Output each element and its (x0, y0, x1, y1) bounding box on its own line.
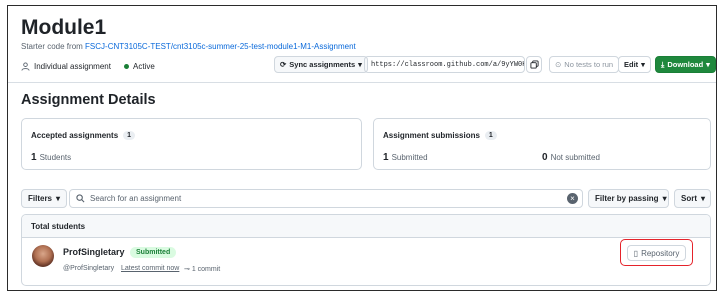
search-placeholder: Search for an assignment (90, 194, 182, 203)
starter-repo-link[interactable]: FSCJ-CNT3105C-TEST/cnt3105c-summer-25-te… (85, 42, 356, 51)
status-indicator: Active (124, 62, 155, 71)
latest-commit-link[interactable]: Latest commit now (121, 265, 179, 272)
repository-label: Repository (641, 248, 680, 258)
accepted-value: 1 (31, 152, 37, 163)
search-icon (76, 194, 85, 203)
copy-icon (529, 60, 539, 69)
accepted-title: Accepted assignments (31, 131, 119, 140)
sync-label: Sync assignments (289, 60, 356, 69)
submissions-title: Assignment submissions (383, 131, 480, 140)
search-input[interactable]: Search for an assignment × (69, 189, 583, 208)
assignment-type-label: Individual assignment (34, 62, 111, 71)
assignment-submissions-card: Assignment submissions 1 1 Submitted 0 Not… (373, 118, 711, 170)
table-header: Total students (22, 215, 710, 238)
download-icon: ⤓ (661, 59, 665, 69)
chevron-down-icon: ▾ (706, 60, 710, 69)
submissions-card-title: Assignment submissions 1 (383, 131, 497, 140)
not-submitted-label: Not submitted (550, 153, 600, 162)
active-dot-icon (124, 64, 129, 69)
accepted-count-badge: 1 (123, 131, 136, 140)
accepted-stat: 1 Students (31, 152, 71, 163)
sync-icon: ⟳ (280, 60, 287, 69)
repository-button[interactable]: ▯ Repository (627, 245, 686, 261)
student-name[interactable]: ProfSingletary (63, 247, 125, 257)
details-heading: Assignment Details (21, 92, 156, 108)
assignment-page: Module1 Starter code from FSCJ-CNT3105C-… (7, 5, 717, 291)
avatar[interactable] (32, 245, 54, 267)
repo-icon: ▯ (633, 248, 639, 258)
sort-label: Sort (681, 194, 697, 203)
passing-label: Filter by passing (595, 194, 659, 203)
not-submitted-value: 0 (542, 152, 548, 163)
no-tests-label: No tests to run (564, 60, 614, 69)
accepted-unit: Students (39, 153, 72, 162)
edit-label: Edit (624, 60, 639, 69)
chevron-down-icon: ▾ (56, 194, 61, 203)
copy-url-button[interactable] (526, 56, 542, 73)
commit-icon: ⊸ (184, 266, 190, 273)
invite-url-field[interactable]: https://classroom.github.com/a/9yYW0HVd (364, 56, 525, 73)
edit-button[interactable]: Edit ▾ (618, 56, 651, 73)
accepted-assignments-card: Accepted assignments 1 1 Students (21, 118, 362, 170)
student-handle: @ProfSingletary (63, 265, 115, 272)
students-table: Total students ProfSingletary Submitted … (21, 214, 711, 286)
header-divider (8, 82, 716, 83)
commit-count: ⊸ 1 commit (184, 265, 220, 273)
submitted-value: 1 (383, 152, 389, 163)
clear-search-icon[interactable]: × (567, 193, 578, 204)
submitted-label: Submitted (391, 153, 428, 162)
sort-button[interactable]: Sort ▾ (674, 189, 711, 208)
submissions-count-badge: 1 (484, 131, 497, 140)
commit-count-label: 1 commit (191, 266, 221, 273)
starter-prefix: Starter code from (21, 42, 86, 51)
no-tests-button: ⊙ No tests to run (549, 56, 620, 73)
chevron-down-icon: ▾ (641, 60, 645, 69)
chevron-down-icon: ▾ (662, 194, 667, 203)
sync-assignments-button[interactable]: ⟳ Sync assignments ▾ (274, 56, 368, 73)
person-icon (21, 62, 30, 71)
status-label: Active (133, 62, 155, 71)
filters-label: Filters (28, 194, 53, 203)
download-label: Download (667, 60, 704, 69)
not-submitted-stat: 0 Not submitted (542, 152, 600, 163)
chevron-down-icon: ▾ (701, 194, 706, 203)
status-badge: Submitted (130, 247, 177, 258)
assignment-type: Individual assignment (21, 62, 111, 71)
chevron-down-icon: ▾ (358, 60, 362, 69)
accepted-card-title: Accepted assignments 1 (31, 131, 136, 140)
filters-button[interactable]: Filters ▾ (21, 189, 67, 208)
submitted-stat: 1 Submitted (383, 152, 428, 163)
play-circle-icon: ⊙ (555, 60, 562, 69)
download-button[interactable]: ⤓ Download ▾ (655, 56, 716, 73)
filter-by-passing-button[interactable]: Filter by passing ▾ (588, 189, 669, 208)
starter-code-line: Starter code from FSCJ-CNT3105C-TEST/cnt… (21, 42, 356, 51)
page-title: Module1 (21, 16, 107, 39)
